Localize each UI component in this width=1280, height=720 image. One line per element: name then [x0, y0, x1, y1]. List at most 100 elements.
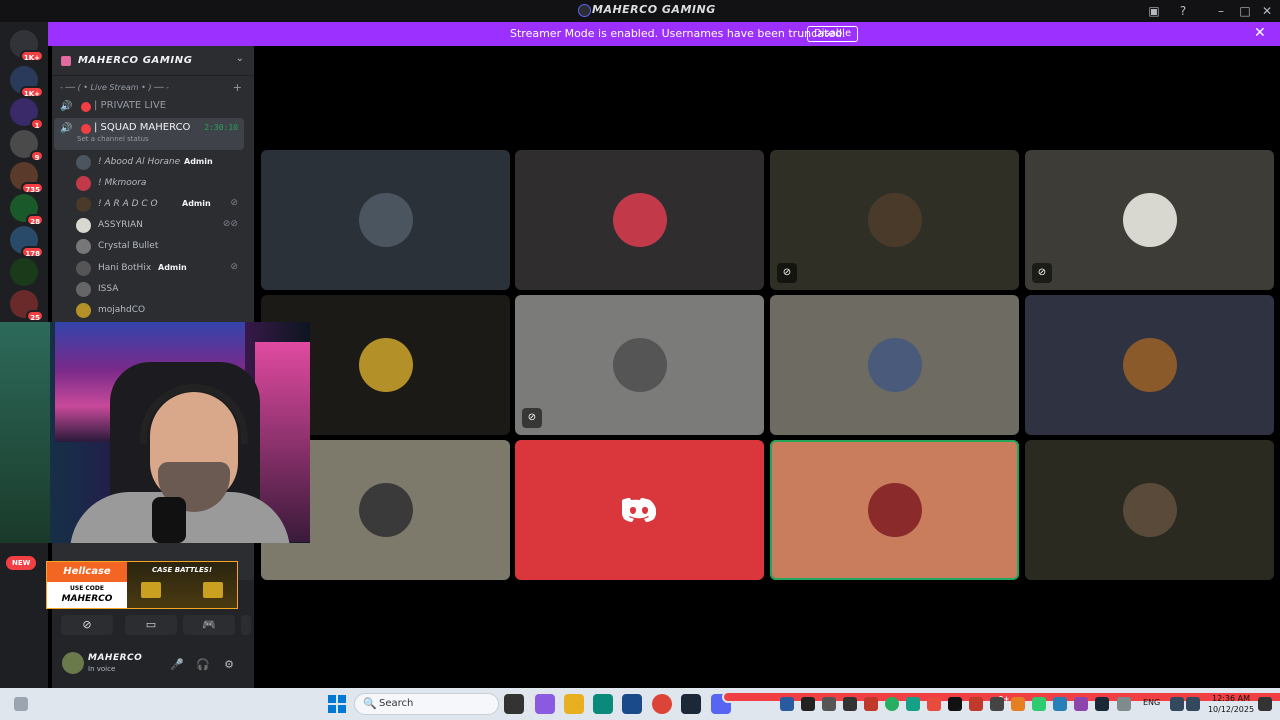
chrome-icon[interactable] [652, 694, 672, 714]
bluetooth-icon[interactable] [1053, 697, 1067, 711]
tray-app-icon[interactable] [885, 697, 899, 711]
user-name: MAHERCO [88, 653, 143, 663]
disable-streamer-mode-button[interactable]: Disable [807, 26, 859, 42]
gear-icon[interactable]: ⚙ [220, 656, 238, 674]
voice-member[interactable]: ! Mkmoora [76, 174, 246, 194]
close-banner-icon[interactable]: ✕ [1254, 25, 1266, 41]
tray-app-icon[interactable] [843, 697, 857, 711]
voice-member[interactable]: Crystal Bullet [76, 237, 246, 257]
category-label[interactable]: - ── ( • Live Stream • ) ── - [60, 83, 169, 92]
case-icon [141, 582, 161, 598]
voice-member[interactable]: ISSA [76, 280, 246, 300]
tray-app-icon[interactable] [969, 697, 983, 711]
member-name: Crystal Bullet [98, 241, 159, 251]
server-icon[interactable]: 735 [10, 162, 44, 194]
network-icon[interactable] [1170, 697, 1184, 711]
participant-tile[interactable] [261, 150, 510, 290]
server-icon[interactable]: 28 [10, 194, 44, 226]
participant-tile-speaking[interactable] [770, 440, 1019, 580]
server-icon[interactable]: 9 [10, 130, 44, 162]
voice-channel-private-live[interactable]: 🔊 | PRIVATE LIVE [54, 96, 244, 118]
hellcase-logo: Hellcase [47, 562, 127, 582]
channel-status[interactable]: Set a channel status [77, 135, 149, 143]
speaker-icon: 🔊 [60, 123, 73, 134]
participant-tile[interactable]: ⊘ [515, 295, 764, 435]
avatar[interactable] [62, 652, 84, 674]
server-icon[interactable]: 1 [10, 98, 44, 130]
minimize-button[interactable]: – [1212, 2, 1230, 20]
server-icon[interactable]: 178 [10, 226, 44, 258]
steam-icon[interactable] [681, 694, 701, 714]
guild-header[interactable]: MAHERCO GAMING ⌄ [52, 46, 254, 76]
tray-app-icon[interactable] [906, 697, 920, 711]
activity-button[interactable]: 🎮 [183, 615, 235, 635]
microphone-icon[interactable]: 🎤 [168, 656, 186, 674]
voice-member[interactable]: Hani BotHix Admin ⊘ [76, 259, 246, 279]
headphones-icon[interactable]: 🎧 [194, 656, 212, 674]
participant-tile[interactable]: ⊘ [770, 150, 1019, 290]
soundboard-button[interactable] [241, 615, 251, 635]
tray-app-icon[interactable] [822, 697, 836, 711]
edge-icon[interactable] [593, 694, 613, 714]
voice-channel-squad-maherco[interactable]: 🔊 | SQUAD MAHERCO 2:30:10 Set a channel … [54, 118, 244, 150]
tray-app-icon[interactable] [780, 697, 794, 711]
add-channel-icon[interactable]: + [233, 81, 242, 94]
avatar [76, 239, 91, 254]
taskbar-search[interactable]: 🔍 Search [354, 693, 499, 715]
participant-avatar [868, 193, 922, 247]
task-view-icon[interactable] [504, 694, 524, 714]
server-home[interactable]: 1K+ [10, 30, 44, 62]
participant-tile[interactable] [770, 295, 1019, 435]
voice-member[interactable]: ! A R A D C O Admin ⊘ [76, 195, 246, 215]
nvidia-icon[interactable] [801, 697, 815, 711]
steam-tray-icon[interactable] [1095, 697, 1109, 711]
close-window-button[interactable]: ✕ [1258, 2, 1276, 20]
webcam-scene [0, 322, 50, 543]
participant-avatar [868, 338, 922, 392]
muted-mic-icon: ⊘ [230, 262, 238, 272]
server-icon[interactable]: 1K+ [10, 66, 44, 98]
maximize-button[interactable]: □ [1236, 2, 1254, 20]
tray-app-icon[interactable] [864, 697, 878, 711]
server-icon[interactable]: 25 [10, 290, 44, 322]
participant-tile[interactable] [515, 440, 764, 580]
tray-app-icon[interactable] [990, 697, 1004, 711]
volume-icon[interactable] [1186, 697, 1200, 711]
microphone-tray-icon[interactable] [1117, 697, 1131, 711]
screen-share-button[interactable]: ▭ [125, 615, 177, 635]
search-icon: 🔍 [363, 697, 377, 710]
voice-member[interactable]: ! Abood Al Horane Admin [76, 153, 246, 173]
case-icon [203, 582, 223, 598]
avatar [76, 261, 91, 276]
participant-tile[interactable] [515, 150, 764, 290]
tray-app-icon[interactable] [927, 697, 941, 711]
chevron-down-icon[interactable]: ⌄ [236, 53, 244, 64]
server-badge: 9 [30, 150, 44, 162]
store-icon[interactable] [622, 694, 642, 714]
participant-avatar [613, 193, 667, 247]
notifications-icon[interactable] [1258, 697, 1272, 711]
tray-app-icon[interactable] [1011, 697, 1025, 711]
inbox-icon[interactable]: ▣ [1145, 2, 1163, 20]
speaker-icon: 🔊 [60, 101, 73, 112]
start-button[interactable] [328, 695, 346, 713]
server-icon[interactable] [10, 258, 38, 286]
tray-app-icon[interactable] [1074, 697, 1088, 711]
file-explorer-icon[interactable] [564, 694, 584, 714]
taskbar-clock[interactable]: 12:36 AM 10/12/2025 [1206, 693, 1256, 715]
weather-icon[interactable] [14, 697, 28, 711]
help-icon[interactable]: ? [1174, 2, 1192, 20]
tray-app-icon[interactable] [948, 697, 962, 711]
member-name: ISSA [98, 284, 119, 294]
voice-member[interactable]: ASSYRIAN ⊘⊘ [76, 216, 246, 236]
participant-tile[interactable]: ⊘ [1025, 150, 1274, 290]
voice-member[interactable]: mojahdCO [76, 301, 246, 321]
tray-app-icon[interactable] [1032, 697, 1046, 711]
participant-tile[interactable] [1025, 440, 1274, 580]
copilot-icon[interactable] [535, 694, 555, 714]
camera-off-button[interactable]: ⊘ [61, 615, 113, 635]
server-badge: 1 [30, 118, 44, 130]
language-indicator[interactable]: ENG [1143, 698, 1160, 707]
participant-tile[interactable] [1025, 295, 1274, 435]
banner-message: Streamer Mode is enabled. Usernames have… [510, 27, 846, 40]
